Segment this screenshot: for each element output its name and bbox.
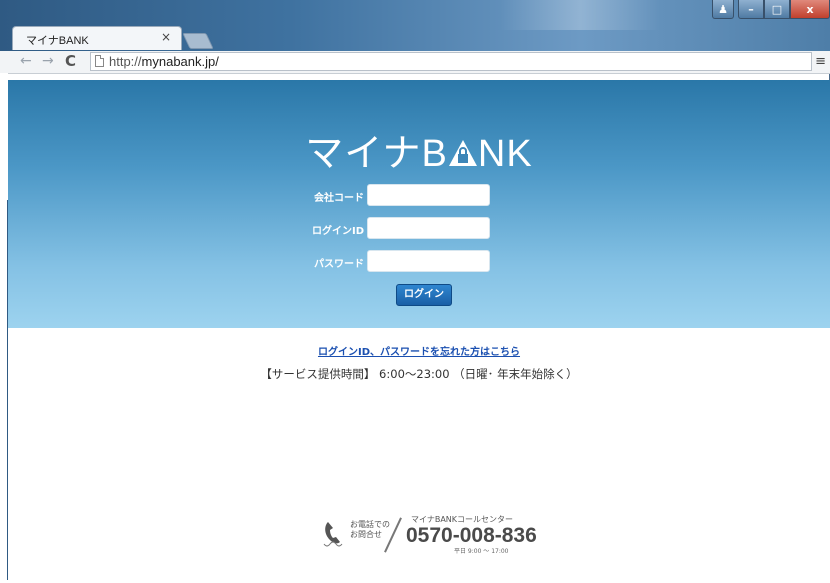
call-center-contact: お電話での お問合せ マイナBANKコールセンター 0570-008-836 平… (320, 512, 540, 557)
login-id-label: ログインID (311, 226, 364, 237)
contact-caption-line2: お問合せ (350, 530, 382, 539)
call-center-hours: 平日 9:00 〜 17:00 (454, 548, 509, 555)
browser-titlebar: マイナBANK × ♟ – □ x (0, 0, 830, 52)
window-controls: ♟ – □ x (712, 0, 830, 20)
contact-caption-line1: お電話での (350, 520, 390, 529)
tab-title: マイナBANK (26, 35, 89, 47)
browser-tab[interactable]: マイナBANK × (12, 26, 182, 50)
company-code-label: 会社コード (314, 193, 364, 204)
browser-toolbar: ← → C http://mynabank.jp/ ≡ (0, 51, 830, 74)
page-viewport: マイナB NK 会社コード ログインID パスワード ログイン ログインID、パス… (8, 80, 830, 583)
password-label: パスワード (314, 259, 364, 270)
forgot-credentials-link[interactable]: ログインID、パスワードを忘れた方はこちら (8, 343, 830, 358)
company-code-row: 会社コード (8, 184, 830, 208)
login-id-input[interactable] (367, 217, 490, 239)
url-text[interactable]: http://mynabank.jp/ (109, 54, 219, 69)
lock-icon (448, 135, 478, 166)
menu-icon[interactable]: ≡ (815, 54, 826, 69)
new-tab-button[interactable] (182, 33, 214, 49)
address-bar[interactable]: http://mynabank.jp/ (90, 52, 812, 71)
password-row: パスワード (8, 250, 830, 274)
contact-caption: お電話での お問合せ (350, 520, 390, 540)
service-hours-text: 【サービス提供時間】 6:00〜23:00 （日曜･ 年末年始除く） (260, 367, 578, 381)
logo-text-end: NK (477, 133, 533, 175)
maximize-button[interactable]: □ (764, 0, 790, 19)
reload-icon[interactable]: C (65, 52, 76, 70)
mynabank-logo: マイナB NK (8, 122, 830, 177)
back-arrow-icon[interactable]: ← (20, 53, 32, 69)
url-prefix: http:// (109, 54, 142, 69)
login-id-row: ログインID (8, 217, 830, 241)
user-profile-icon[interactable]: ♟ (712, 0, 734, 19)
close-window-button[interactable]: x (790, 0, 830, 19)
company-code-input[interactable] (367, 184, 490, 206)
login-hero: マイナB NK 会社コード ログインID パスワード ログイン (8, 80, 830, 328)
phone-number: 0570-008-836 (406, 524, 537, 547)
tab-close-icon[interactable]: × (161, 30, 171, 44)
minimize-button[interactable]: – (738, 0, 764, 19)
login-button[interactable]: ログイン (396, 284, 452, 306)
password-input[interactable] (367, 250, 490, 272)
page-icon (95, 55, 104, 67)
logo-text-start: マイナB (305, 133, 448, 175)
url-domain: mynabank.jp/ (141, 54, 219, 69)
forward-arrow-icon[interactable]: → (42, 53, 54, 69)
